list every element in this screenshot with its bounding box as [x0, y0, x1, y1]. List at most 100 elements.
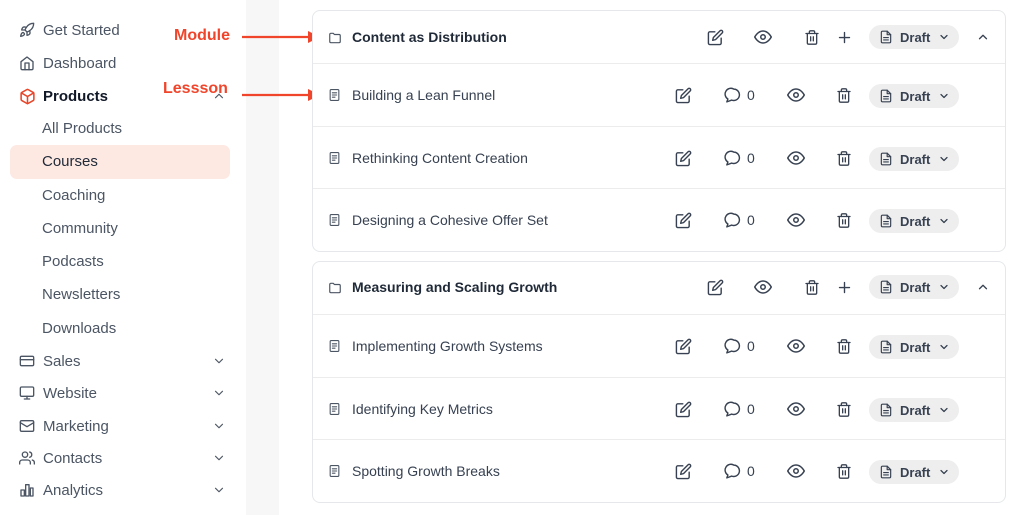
comment-icon[interactable] — [723, 462, 741, 480]
eye-icon[interactable] — [787, 149, 805, 167]
lesson-row[interactable]: Rethinking Content Creation 0 Draft — [313, 126, 1005, 188]
eye-icon[interactable] — [787, 86, 805, 104]
sidebar-subitem-coaching[interactable]: Coaching — [42, 186, 105, 206]
edit-icon[interactable] — [706, 278, 724, 296]
status-dropdown[interactable]: Draft — [869, 335, 959, 359]
sidebar-item-label: Marketing — [43, 417, 109, 435]
status-dropdown[interactable]: Draft — [869, 398, 959, 422]
sidebar-subitem-newsletters[interactable]: Newsletters — [42, 285, 120, 305]
document-icon — [328, 151, 342, 165]
annotation-arrow-icon — [242, 89, 320, 101]
sidebar-subitem-community[interactable]: Community — [42, 219, 118, 239]
plus-icon[interactable] — [835, 278, 853, 296]
status-label: Draft — [900, 151, 931, 167]
comment-icon[interactable] — [723, 400, 741, 418]
plus-icon[interactable] — [835, 28, 853, 46]
trash-icon[interactable] — [835, 211, 853, 229]
sidebar-subitem-podcasts[interactable]: Podcasts — [42, 252, 104, 272]
status-dropdown[interactable]: Draft — [869, 147, 959, 171]
chevron-down-icon[interactable] — [212, 354, 226, 368]
eye-icon[interactable] — [754, 278, 772, 296]
status-label: Draft — [900, 29, 931, 45]
eye-icon[interactable] — [787, 337, 805, 355]
lesson-row[interactable]: Building a Lean Funnel 0 Draft — [313, 63, 1005, 126]
sidebar-item-label: Sales — [43, 352, 81, 370]
eye-icon[interactable] — [787, 400, 805, 418]
comment-count: 0 — [747, 401, 755, 417]
document-icon — [328, 213, 342, 227]
status-label: Draft — [900, 279, 931, 295]
status-dropdown[interactable]: Draft — [869, 84, 959, 108]
chevron-down-icon — [938, 153, 950, 165]
sidebar: Get Started Dashboard Products All Produ… — [0, 0, 245, 515]
trash-icon[interactable] — [803, 28, 821, 46]
chevron-down-icon[interactable] — [212, 483, 226, 497]
lesson-title: Spotting Growth Breaks — [352, 463, 500, 479]
chevron-down-icon — [938, 281, 950, 293]
trash-icon[interactable] — [835, 149, 853, 167]
module-title: Measuring and Scaling Growth — [352, 279, 558, 295]
module-row[interactable]: Content as Distribution Draft — [313, 11, 1005, 63]
document-icon — [879, 403, 893, 417]
comment-icon[interactable] — [723, 149, 741, 167]
monitor-icon — [18, 384, 36, 402]
status-dropdown[interactable]: Draft — [869, 460, 959, 484]
document-icon — [879, 280, 893, 294]
edit-icon[interactable] — [674, 211, 692, 229]
home-icon — [18, 54, 36, 72]
module-row[interactable]: Measuring and Scaling Growth Draft — [313, 262, 1005, 314]
status-label: Draft — [900, 339, 931, 355]
trash-icon[interactable] — [835, 462, 853, 480]
comment-count: 0 — [747, 463, 755, 479]
sidebar-subitem-label: Courses — [42, 153, 98, 170]
sidebar-item-sales[interactable]: Sales — [18, 349, 230, 373]
sidebar-item-dashboard[interactable]: Dashboard — [18, 51, 230, 75]
status-dropdown[interactable]: Draft — [869, 275, 959, 299]
status-dropdown[interactable]: Draft — [869, 209, 959, 233]
sidebar-subitem-courses[interactable]: Courses — [10, 145, 230, 179]
sidebar-item-analytics[interactable]: Analytics — [18, 478, 230, 502]
comment-count: 0 — [747, 338, 755, 354]
edit-icon[interactable] — [674, 149, 692, 167]
lesson-title: Implementing Growth Systems — [352, 338, 543, 354]
sidebar-item-marketing[interactable]: Marketing — [18, 414, 230, 438]
eye-icon[interactable] — [754, 28, 772, 46]
edit-icon[interactable] — [674, 337, 692, 355]
document-icon — [328, 402, 342, 416]
lesson-row[interactable]: Identifying Key Metrics 0 Draft — [313, 377, 1005, 439]
chevron-down-icon[interactable] — [212, 451, 226, 465]
chevron-down-icon — [938, 90, 950, 102]
sidebar-item-label: Website — [43, 384, 97, 402]
sidebar-subitem-downloads[interactable]: Downloads — [42, 319, 116, 339]
comment-icon[interactable] — [723, 211, 741, 229]
chevron-down-icon[interactable] — [212, 419, 226, 433]
status-dropdown[interactable]: Draft — [869, 25, 959, 49]
comment-icon[interactable] — [723, 86, 741, 104]
comment-icon[interactable] — [723, 337, 741, 355]
eye-icon[interactable] — [787, 462, 805, 480]
edit-icon[interactable] — [674, 400, 692, 418]
sidebar-item-website[interactable]: Website — [18, 381, 230, 405]
lesson-title: Identifying Key Metrics — [352, 401, 493, 417]
lesson-row[interactable]: Spotting Growth Breaks 0 Draft — [313, 439, 1005, 502]
chevron-down-icon — [938, 341, 950, 353]
document-icon — [879, 89, 893, 103]
collapse-chevron-icon[interactable] — [974, 28, 992, 46]
edit-icon[interactable] — [674, 462, 692, 480]
trash-icon[interactable] — [835, 86, 853, 104]
trash-icon[interactable] — [835, 400, 853, 418]
lesson-row[interactable]: Implementing Growth Systems 0 Draft — [313, 314, 1005, 377]
edit-icon[interactable] — [674, 86, 692, 104]
chevron-down-icon[interactable] — [212, 386, 226, 400]
credit-card-icon — [18, 352, 36, 370]
edit-icon[interactable] — [706, 28, 724, 46]
trash-icon[interactable] — [835, 337, 853, 355]
eye-icon[interactable] — [787, 211, 805, 229]
status-label: Draft — [900, 464, 931, 480]
collapse-chevron-icon[interactable] — [974, 278, 992, 296]
lesson-row[interactable]: Designing a Cohesive Offer Set 0 Draft — [313, 188, 1005, 251]
sidebar-item-contacts[interactable]: Contacts — [18, 446, 230, 470]
sidebar-subitem-all-products[interactable]: All Products — [42, 119, 122, 139]
trash-icon[interactable] — [803, 278, 821, 296]
users-icon — [18, 449, 36, 467]
